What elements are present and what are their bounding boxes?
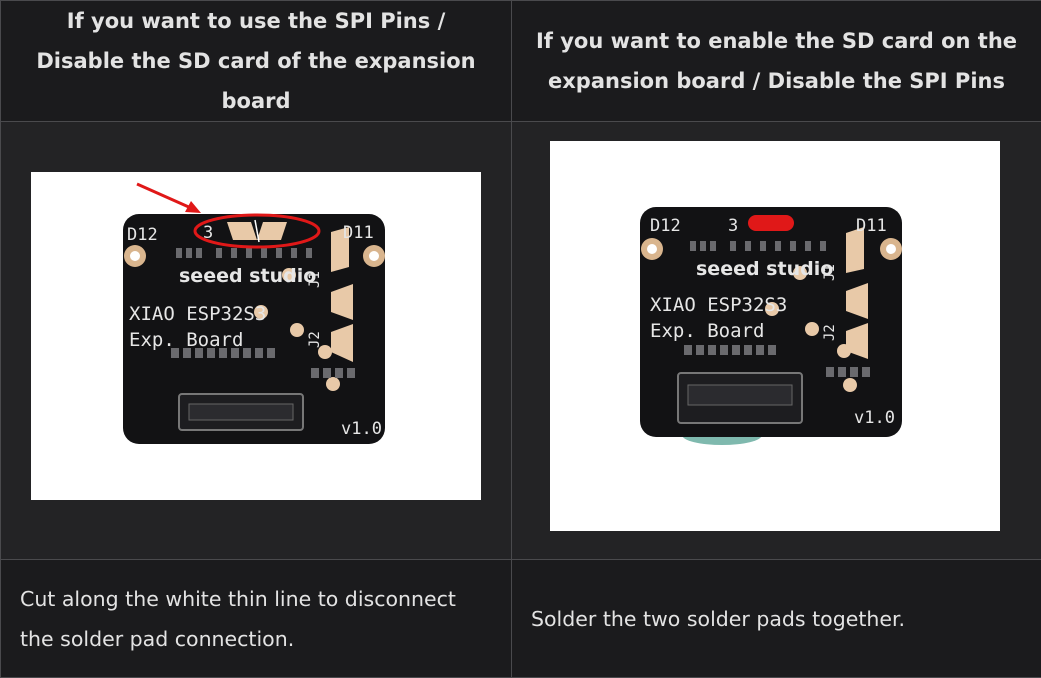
pcb-j1-b: J1: [822, 264, 838, 281]
pcb-model-1: XIAO ESP32S3: [129, 303, 266, 325]
pcb-label-d12: D12: [127, 225, 158, 245]
pcb-model-2: Exp. Board: [129, 329, 243, 351]
pcb-label-d11: D11: [343, 223, 374, 243]
header-row: If you want to use the SPI Pins / Disabl…: [1, 1, 1041, 122]
pcb-j2-b: J2: [822, 324, 838, 341]
header-cut-pad-text: If you want to use the SPI Pins / Disabl…: [1, 1, 511, 121]
pcb-model-2-b: Exp. Board: [650, 320, 764, 342]
comparison-table: If you want to use the SPI Pins / Disabl…: [0, 0, 1041, 678]
pcb-j2: J2: [307, 331, 323, 348]
pcb-model-1-b: XIAO ESP32S3: [650, 294, 787, 316]
pcb-j1: J1: [307, 271, 323, 288]
pcb-label-d12-b: D12: [650, 216, 681, 236]
pcb-label-mid-b: 3: [728, 216, 738, 236]
pcb-brand-b: seeed studio: [696, 258, 833, 280]
header-solder-pad-text: If you want to enable the SD card on the…: [512, 21, 1041, 101]
header-cut-pad: If you want to use the SPI Pins / Disabl…: [1, 1, 512, 122]
board-photo-solder: D12 3 D11 seeed studio XIAO ESP32S3 Exp.…: [550, 141, 1000, 531]
image-cell-cut: D12 3 D11 seeed studio XIAO ESP32S3 Exp.…: [1, 122, 512, 560]
pcb-label-d11-b: D11: [856, 216, 887, 236]
description-solder: Solder the two solder pads together.: [512, 560, 1041, 678]
description-cut: Cut along the white thin line to disconn…: [1, 560, 512, 678]
header-solder-pad: If you want to enable the SD card on the…: [512, 1, 1041, 122]
pcb-version: v1.0: [341, 419, 382, 439]
pcb-brand: seeed studio: [179, 265, 316, 287]
description-row: Cut along the white thin line to disconn…: [1, 560, 1041, 678]
board-photo-cut: D12 3 D11 seeed studio XIAO ESP32S3 Exp.…: [31, 172, 481, 500]
image-row: D12 3 D11 seeed studio XIAO ESP32S3 Exp.…: [1, 122, 1041, 560]
image-cell-solder: D12 3 D11 seeed studio XIAO ESP32S3 Exp.…: [512, 122, 1041, 560]
pcb-version-b: v1.0: [854, 408, 895, 428]
